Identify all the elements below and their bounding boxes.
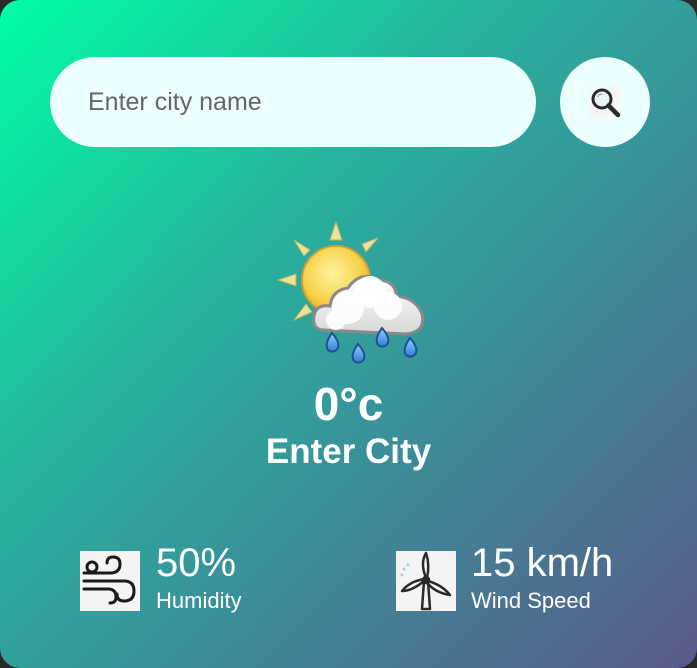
humidity-value: 50% (156, 541, 237, 585)
search-bar (50, 57, 650, 147)
search-icon (589, 86, 621, 118)
city-search-input[interactable] (50, 57, 536, 147)
wind-speed-label: Wind Speed (471, 588, 591, 613)
wind-turbine-icon (396, 551, 456, 611)
humidity-stat: 50% Humidity (80, 540, 340, 620)
wind-icon (80, 551, 140, 611)
sun-cloud-rain-icon (276, 220, 425, 364)
city-name: Enter City (265, 432, 432, 471)
wind-stat: 15 km/h Wind Speed (396, 540, 676, 620)
humidity-label: Humidity (156, 588, 242, 613)
temperature: 0°c (313, 378, 384, 430)
wind-speed-value: 15 km/h (471, 541, 614, 585)
search-button[interactable] (560, 57, 650, 147)
weather-card: 0°c Enter City 50% Humidity (0, 0, 697, 668)
